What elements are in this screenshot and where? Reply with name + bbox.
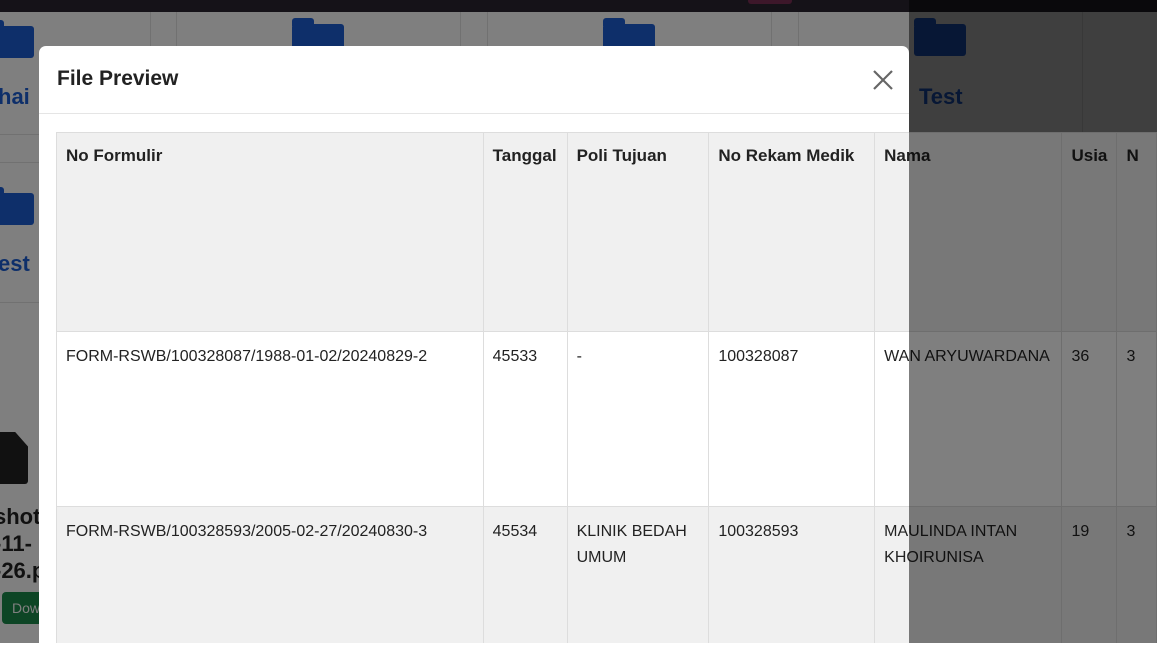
close-button[interactable] (869, 66, 897, 94)
column-header: Tanggal (482, 132, 568, 332)
close-icon (873, 70, 893, 90)
table-cell: FORM-RSWB/100328087/1988-01-02/20240829-… (56, 331, 484, 507)
table-cell: 45534 (482, 506, 568, 643)
table-cell: 45533 (482, 331, 568, 507)
modal-header: File Preview (39, 46, 909, 114)
table-cell: 100328593 (708, 506, 876, 643)
table-cell: KLINIK BEDAH UMUM (566, 506, 710, 643)
column-header: No Formulir (56, 132, 484, 332)
column-header: No Rekam Medik (708, 132, 876, 332)
table-cell: - (566, 331, 710, 507)
modal-title: File Preview (57, 67, 179, 90)
table-cell: 100328087 (708, 331, 876, 507)
modal-backdrop-right (909, 0, 1157, 643)
table-cell: FORM-RSWB/100328593/2005-02-27/20240830-… (56, 506, 484, 643)
column-header: Poli Tujuan (566, 132, 710, 332)
